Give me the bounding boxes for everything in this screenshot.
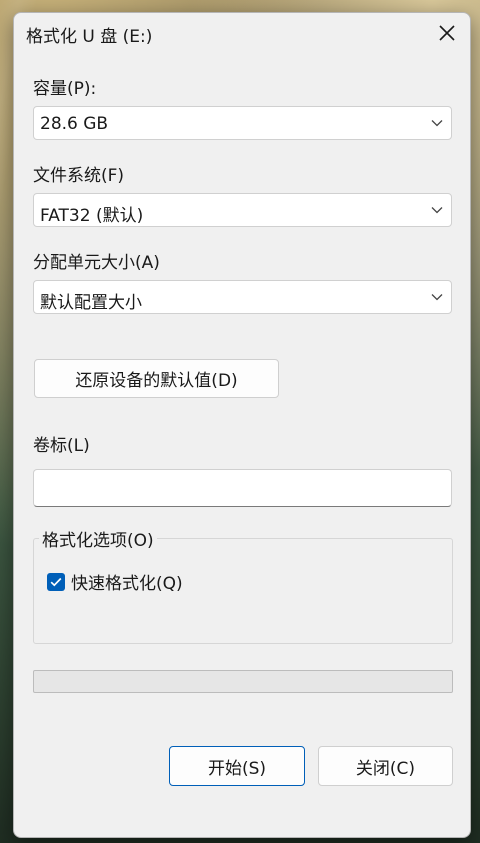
- file-system-label: 文件系统(F): [33, 166, 125, 186]
- file-system-value: FAT32 (默认): [40, 206, 144, 226]
- format-progress-bar: [33, 670, 453, 693]
- restore-defaults-button[interactable]: 还原设备的默认值(D): [34, 359, 279, 398]
- chevron-down-icon: [431, 207, 443, 214]
- start-button[interactable]: 开始(S): [169, 746, 305, 786]
- chevron-down-icon: [431, 120, 443, 127]
- close-icon: [439, 25, 455, 41]
- format-options-legend: 格式化选项(O): [39, 526, 157, 551]
- capacity-value: 28.6 GB: [40, 114, 109, 134]
- window-title: 格式化 U 盘 (E:): [26, 27, 153, 47]
- quick-format-option[interactable]: 快速格式化(Q): [47, 569, 183, 594]
- format-dialog: 格式化 U 盘 (E:) 容量(P): 28.6 GB 文件系统(F) FAT3…: [13, 12, 471, 838]
- checkmark-icon: [50, 577, 62, 586]
- close-button[interactable]: [428, 15, 466, 51]
- quick-format-checkbox[interactable]: [47, 572, 65, 591]
- allocation-unit-value: 默认配置大小: [40, 293, 142, 313]
- capacity-select[interactable]: 28.6 GB: [33, 106, 452, 140]
- allocation-unit-select[interactable]: 默认配置大小: [33, 280, 452, 314]
- capacity-label: 容量(P):: [33, 79, 97, 99]
- quick-format-label: 快速格式化(Q): [71, 574, 183, 594]
- file-system-select[interactable]: FAT32 (默认): [33, 193, 452, 227]
- close-dialog-button[interactable]: 关闭(C): [318, 746, 453, 786]
- volume-label-label: 卷标(L): [33, 436, 90, 456]
- allocation-unit-label: 分配单元大小(A): [33, 253, 160, 273]
- chevron-down-icon: [431, 294, 443, 301]
- volume-label-input[interactable]: [33, 469, 452, 507]
